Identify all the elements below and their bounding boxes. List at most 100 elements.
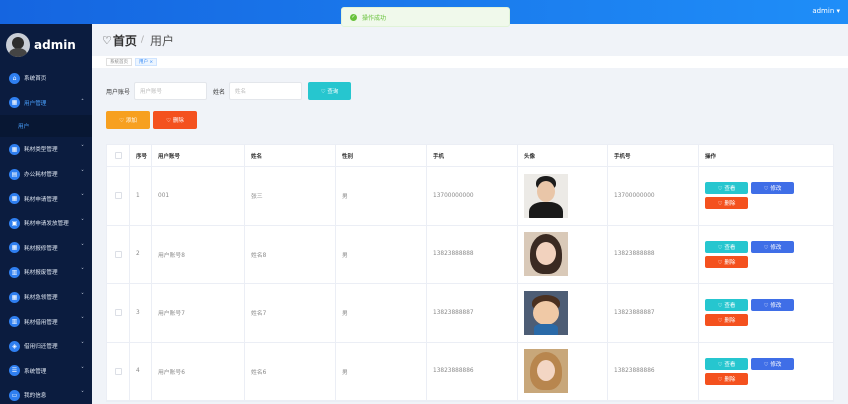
chevron-icon: ˇ	[81, 292, 84, 300]
sidebar-item-2[interactable]: ▦ 耗材类型管理 ˇ	[0, 137, 92, 162]
sidebar-item-label: 耗材借用管理	[24, 319, 58, 326]
tag-home[interactable]: 系统首页	[106, 58, 132, 66]
sidebar-item-7[interactable]: ▥ 耗材报废管理 ˇ	[0, 260, 92, 285]
row-select-cell	[107, 342, 130, 400]
sidebar-item-label: 耗材报废管理	[24, 270, 58, 277]
cell-phone: 13823888888	[427, 225, 518, 283]
sidebar-item-1[interactable]: ▦ 用户管理 ˆ	[0, 91, 92, 116]
header-sex: 性别	[336, 145, 427, 166]
name-label: 姓名	[213, 88, 226, 96]
row-checkbox[interactable]	[114, 250, 122, 258]
cell-account: 用户账号6	[152, 342, 245, 400]
row-delete-button[interactable]: ♡ 删除	[705, 372, 748, 385]
add-button[interactable]: ♡ 添加	[106, 111, 150, 129]
row-checkbox[interactable]	[114, 367, 122, 375]
chevron-icon: ˇ	[81, 391, 84, 399]
home-icon: ⌂	[9, 72, 20, 84]
sidebar-item-8[interactable]: ▦ 耗材急领管理 ˇ	[0, 285, 92, 310]
breadcrumb-separator: /	[140, 35, 144, 45]
cell-account: 用户账号7	[152, 284, 245, 342]
sidebar-item-11[interactable]: ☰ 系统管理 ˇ	[0, 359, 92, 384]
cell-account: 用户账号8	[152, 225, 245, 283]
cell-name: 姓名6	[245, 342, 336, 400]
sidebar-item-label: 耗材申请发放管理	[24, 221, 69, 228]
select-all-checkbox[interactable]	[114, 152, 122, 159]
view-button[interactable]: ♡ 查看	[705, 240, 748, 253]
sidebar-item-label: 办公耗材管理	[24, 172, 58, 179]
view-button[interactable]: ♡ 查看	[705, 182, 748, 195]
edit-button[interactable]: ♡ 修改	[751, 240, 794, 253]
table-header: 序号 用户账号 姓名 性别 手机 头像 手机号 操作	[107, 145, 833, 167]
id-card-icon: ▭	[9, 389, 20, 401]
edit-button[interactable]: ♡ 修改	[751, 357, 794, 370]
sidebar-item-label: 耗材急领管理	[24, 295, 58, 302]
edit-button[interactable]: ♡ 修改	[751, 299, 794, 312]
name-input[interactable]: 姓名	[229, 82, 303, 100]
table-row: 4 用户账号6 姓名6 男 13823888886 13823888886 ♡ 查看 ♡ 修改…	[107, 342, 835, 401]
row-delete-button[interactable]: ♡ 删除	[705, 314, 748, 327]
cell-avatar	[518, 284, 608, 342]
view-button[interactable]: ♡ 查看	[705, 357, 748, 370]
user-photo	[524, 290, 568, 335]
tags-bar: 系统首页 用户 ×	[92, 56, 848, 68]
delete-button[interactable]: ♡ 删除	[153, 111, 197, 129]
grid-icon: ▦	[9, 97, 20, 109]
sidebar-item-10[interactable]: ◈ 借用归还管理 ˇ	[0, 334, 92, 359]
chevron-icon: ˇ	[81, 341, 84, 349]
sidebar-item-9[interactable]: ▥ 耗材借用管理 ˇ	[0, 309, 92, 334]
sidebar: admin ⌂ 系统首页 ▦ 用户管理 ˆ 用户 ▦ 耗材类型管理 ˇ ▤ 办公耗材管理 ˇ ▦ 耗材申请…	[0, 24, 92, 404]
success-toast: ✓ 操作成功	[341, 7, 510, 27]
row-checkbox[interactable]	[114, 192, 122, 200]
grid-icon: ▦	[9, 143, 20, 155]
cell-name: 姓名7	[245, 284, 336, 342]
tag-user[interactable]: 用户 ×	[135, 58, 158, 66]
user-photo	[524, 349, 568, 394]
query-button[interactable]: ♡ 查询	[308, 82, 352, 100]
sidebar-item-label: 耗材报修管理	[24, 245, 58, 252]
chart-icon: ▥	[9, 266, 20, 278]
breadcrumb-home[interactable]: 首页	[113, 32, 137, 49]
header-account: 用户账号	[152, 145, 245, 166]
view-button[interactable]: ♡ 查看	[705, 299, 748, 312]
content-area: 用户账号 用户账号 姓名 姓名 ♡ 查询 ♡ 添加 ♡ 删除 序号 用户账号 姓…	[92, 68, 848, 404]
heart-icon: ♡	[102, 33, 112, 47]
sidebar-item-3[interactable]: ▤ 办公耗材管理 ˇ	[0, 162, 92, 187]
sidebar-brand: admin	[0, 24, 92, 66]
sidebar-item-label: 用户管理	[24, 100, 47, 107]
cell-operations: ♡ 查看 ♡ 修改 ♡ 删除	[699, 226, 835, 284]
brand-name: admin	[34, 38, 76, 52]
sidebar-item-4[interactable]: ▦ 耗材申请管理 ˇ	[0, 186, 92, 211]
row-checkbox[interactable]	[114, 309, 122, 317]
cell-operations: ♡ 查看 ♡ 修改 ♡ 删除	[699, 167, 835, 225]
cell-mobile: 13700000000	[608, 167, 699, 225]
toast-text: 操作成功	[362, 14, 387, 22]
chevron-icon: ˆ	[81, 98, 84, 106]
cell-phone: 13823888886	[427, 342, 518, 400]
cell-mobile: 13823888887	[608, 284, 699, 342]
sidebar-item-12[interactable]: ▭ 我的信息 ˇ	[0, 383, 92, 404]
cell-phone: 13700000000	[427, 167, 518, 225]
cell-sex: 男	[336, 284, 427, 342]
cell-account: 001	[152, 167, 245, 225]
header-name: 姓名	[245, 145, 336, 166]
user-menu[interactable]: admin ▾	[812, 7, 840, 15]
list-icon: ☰	[9, 365, 20, 377]
sidebar-item-6[interactable]: ▦ 耗材报修管理 ˇ	[0, 236, 92, 261]
cell-index: 2	[130, 225, 152, 283]
cell-operations: ♡ 查看 ♡ 修改 ♡ 删除	[699, 343, 835, 401]
table-body: 1 001 张三男 13700000000 13700000000 ♡ 查看 ♡ 修改 ♡ 删…	[107, 167, 833, 401]
table-row: 2 用户账号8 姓名8 男 13823888888 13823888888 ♡ 查看 ♡ 修改…	[107, 225, 835, 284]
chevron-icon: ˇ	[81, 194, 84, 202]
row-delete-button[interactable]: ♡ 删除	[705, 255, 748, 268]
account-input[interactable]: 用户账号	[134, 82, 208, 100]
row-delete-button[interactable]: ♡ 删除	[705, 197, 748, 210]
cell-name: 姓名8	[245, 225, 336, 283]
user-photo	[524, 173, 568, 218]
table-row: 1 001 张三男 13700000000 13700000000 ♡ 查看 ♡ 修改 ♡ 删…	[107, 167, 833, 226]
sidebar-item-5[interactable]: ▣ 耗材申请发放管理 ˇ	[0, 211, 92, 236]
edit-button[interactable]: ♡ 修改	[751, 182, 794, 195]
shield-icon: ◈	[9, 340, 20, 352]
sidebar-subitem-user[interactable]: 用户	[0, 115, 92, 138]
sidebar-menu: ⌂ 系统首页 ▦ 用户管理 ˆ 用户 ▦ 耗材类型管理 ˇ ▤ 办公耗材管理 ˇ ▦ 耗材申请管理 ˇ ▣ 耗材…	[0, 66, 92, 404]
sidebar-item-0[interactable]: ⌂ 系统首页	[0, 66, 92, 91]
